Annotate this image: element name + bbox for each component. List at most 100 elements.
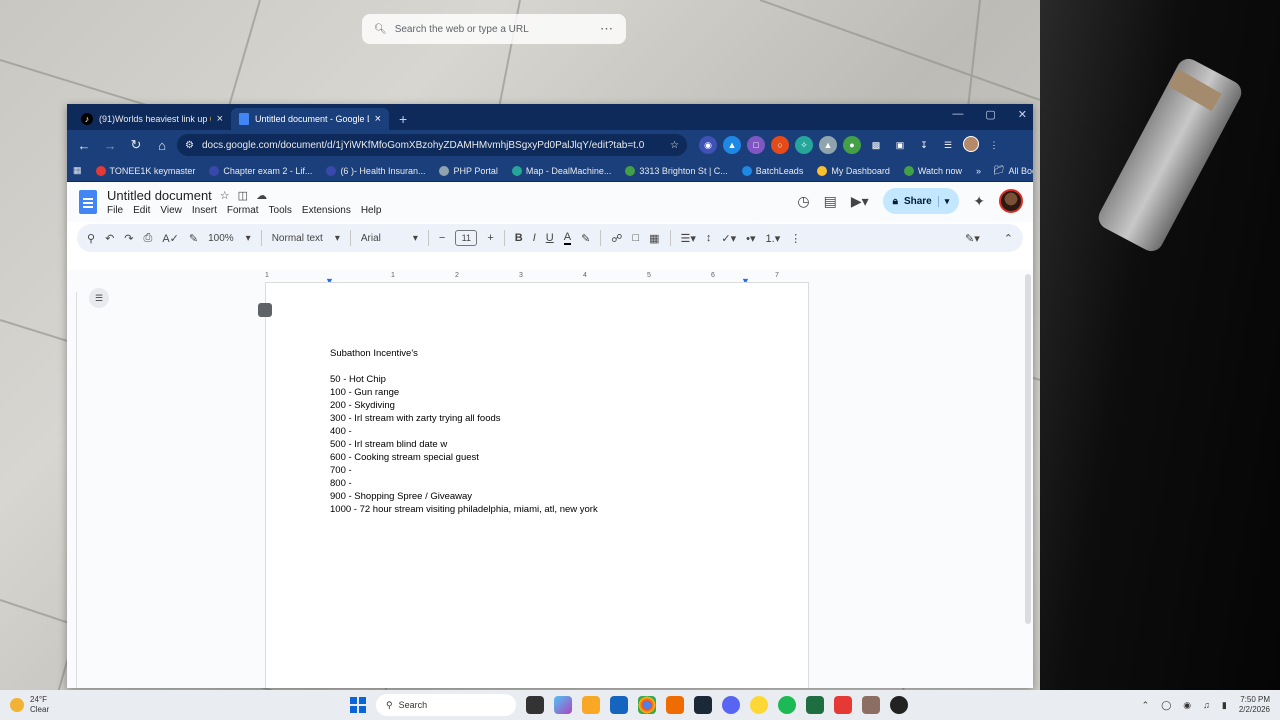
site-info-icon[interactable]: ⚙ <box>185 140 194 151</box>
apps-grid-icon[interactable]: ▦ <box>73 165 82 176</box>
insert-image-icon[interactable]: ▦ <box>649 232 659 245</box>
font-size-input[interactable]: 11 <box>455 230 478 246</box>
app-icon[interactable] <box>834 696 852 714</box>
spellcheck-icon[interactable]: A✓ <box>162 232 179 245</box>
browser-search-bar[interactable]: 🔍︎ Search the web or type a URL ⋯ <box>362 14 626 44</box>
close-tab-icon[interactable]: × <box>375 113 381 125</box>
menu-edit[interactable]: Edit <box>133 205 150 216</box>
taskbar-search[interactable]: ⚲ Search <box>376 694 516 716</box>
extension-icon[interactable]: ● <box>843 136 861 154</box>
menu-kebab-icon[interactable]: ⋮ <box>985 136 1003 154</box>
more-bookmarks-icon[interactable]: » <box>976 166 981 176</box>
new-tab-button[interactable]: + <box>389 111 417 130</box>
gemini-icon[interactable]: ✦ <box>973 193 985 210</box>
paint-format-icon[interactable]: ✎ <box>189 232 198 245</box>
all-bookmarks-button[interactable]: 📁︎All Bookmarks <box>993 165 1033 176</box>
close-window-icon[interactable]: ✕ <box>1018 108 1027 121</box>
steam-icon[interactable] <box>694 696 712 714</box>
home-button[interactable]: ⌂ <box>151 134 173 156</box>
extension-icon[interactable]: ○ <box>771 136 789 154</box>
bookmark-item[interactable]: TONEE1K keymaster <box>95 165 195 176</box>
maximize-icon[interactable]: ▢ <box>985 108 995 121</box>
line-spacing-icon[interactable]: ↕ <box>706 232 712 244</box>
profile-avatar[interactable] <box>963 136 979 152</box>
copilot-icon[interactable] <box>554 696 572 714</box>
back-button[interactable]: ← <box>73 134 95 156</box>
document-title[interactable]: Untitled document <box>107 188 212 203</box>
zoom-select[interactable]: 100% ▾ <box>208 233 251 244</box>
chrome-icon[interactable] <box>638 696 656 714</box>
underline-icon[interactable]: U <box>546 232 554 244</box>
close-tab-icon[interactable]: × <box>217 113 223 125</box>
download-icon[interactable]: ↧ <box>915 136 933 154</box>
avatar[interactable] <box>999 189 1023 213</box>
comments-icon[interactable]: ▤ <box>824 193 837 210</box>
menu-file[interactable]: File <box>107 205 123 216</box>
bold-icon[interactable]: B <box>515 232 523 244</box>
weather-widget[interactable]: 24°F Clear <box>10 695 49 715</box>
docs-logo-icon[interactable] <box>79 190 97 214</box>
forward-button[interactable]: → <box>99 134 121 156</box>
app-icon[interactable] <box>750 696 768 714</box>
star-icon[interactable]: ☆ <box>220 189 230 202</box>
menu-format[interactable]: Format <box>227 205 259 216</box>
task-view-icon[interactable] <box>526 696 544 714</box>
document-body[interactable]: Subathon Incentive's 50 - Hot Chip 100 -… <box>330 347 598 516</box>
microphone-icon[interactable]: ◉ <box>1183 700 1191 711</box>
more-options-icon[interactable]: ⋯ <box>600 21 614 37</box>
menu-view[interactable]: View <box>160 205 182 216</box>
menu-tools[interactable]: Tools <box>269 205 292 216</box>
tab-tiktok[interactable]: ♪ (91)Worlds heaviest link up 😳 I × <box>73 108 231 130</box>
chevron-up-icon[interactable]: ⌃ <box>1142 700 1150 711</box>
minimize-icon[interactable]: — <box>952 108 963 121</box>
more-options-icon[interactable]: ⋮ <box>790 232 801 245</box>
link-icon[interactable]: ☍ <box>611 232 622 245</box>
puzzle-icon[interactable]: ▩ <box>867 136 885 154</box>
bookmark-item[interactable]: Map - DealMachine... <box>511 165 611 176</box>
checklist-icon[interactable]: ✓▾ <box>721 232 736 245</box>
tab-search-icon[interactable]: ▣ <box>891 136 909 154</box>
volume-icon[interactable]: ♫ <box>1203 700 1210 710</box>
bulleted-list-icon[interactable]: •▾ <box>746 232 755 245</box>
share-button[interactable]: 🔒︎ Share ▾ <box>882 188 960 214</box>
discord-icon[interactable] <box>722 696 740 714</box>
tab-google-docs[interactable]: Untitled document - Google Do × <box>231 108 389 130</box>
add-comment-icon[interactable]: □ <box>632 232 639 244</box>
undo-icon[interactable]: ↶ <box>105 232 114 245</box>
bookmark-item[interactable]: 3313 Brighton St | C... <box>625 165 728 176</box>
extension-icon[interactable]: □ <box>747 136 765 154</box>
bookmark-item[interactable]: PHP Portal <box>439 165 498 176</box>
document-outline-icon[interactable]: ☰ <box>89 288 109 308</box>
file-explorer-icon[interactable] <box>582 696 600 714</box>
battery-icon[interactable]: ▮ <box>1222 700 1227 711</box>
store-icon[interactable] <box>610 696 628 714</box>
print-icon[interactable]: ⎙ <box>144 232 153 245</box>
document-page[interactable]: Subathon Incentive's 50 - Hot Chip 100 -… <box>258 282 809 688</box>
move-folder-icon[interactable]: ◫ <box>238 189 248 202</box>
bookmark-item[interactable]: Chapter exam 2 - Lif... <box>209 165 312 176</box>
font-select[interactable]: Arial ▾ <box>361 233 418 244</box>
search-menus-icon[interactable]: ⚲ <box>87 232 95 245</box>
app-icon[interactable] <box>890 696 908 714</box>
menu-help[interactable]: Help <box>361 205 382 216</box>
numbered-list-icon[interactable]: 1.▾ <box>766 232 781 245</box>
excel-icon[interactable] <box>806 696 824 714</box>
editing-mode-icon[interactable]: ✎▾ <box>965 232 980 245</box>
chevron-down-icon[interactable]: ▾ <box>937 195 949 207</box>
cloud-status-icon[interactable]: ☁ <box>256 189 267 202</box>
redo-icon[interactable]: ↷ <box>124 232 133 245</box>
meet-icon[interactable]: ▶▾ <box>851 193 869 210</box>
decrease-font-icon[interactable]: − <box>439 232 445 244</box>
winrar-icon[interactable] <box>862 696 880 714</box>
align-icon[interactable]: ☰▾ <box>681 232 696 245</box>
style-select[interactable]: Normal text ▾ <box>272 233 340 244</box>
bookmark-star-icon[interactable]: ☆ <box>670 140 679 151</box>
menu-insert[interactable]: Insert <box>192 205 217 216</box>
shield-icon[interactable]: ▲ <box>819 136 837 154</box>
reload-button[interactable]: ↻ <box>125 134 147 156</box>
collapse-menus-icon[interactable]: ⌃ <box>1004 232 1013 245</box>
spotify-icon[interactable] <box>778 696 796 714</box>
network-icon[interactable]: ◯ <box>1161 700 1171 711</box>
media-icon[interactable]: ☰ <box>939 136 957 154</box>
bookmark-item[interactable]: (6 )- Health Insuran... <box>326 165 425 176</box>
